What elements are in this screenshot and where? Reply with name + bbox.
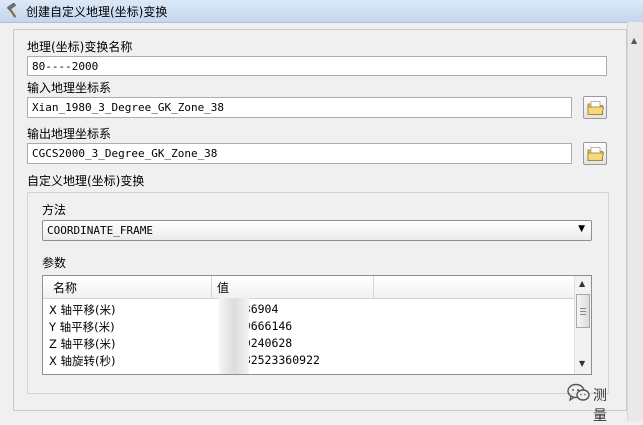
table-header: 名称 值 bbox=[43, 276, 574, 299]
column-header-value[interactable]: 值 bbox=[217, 279, 229, 296]
hammer-icon bbox=[7, 3, 17, 18]
table-row[interactable]: Z 轴平移(米) .730240628 bbox=[43, 335, 574, 352]
column-divider[interactable] bbox=[211, 276, 212, 298]
window-title: 创建自定义地理(坐标)变换 bbox=[26, 5, 168, 19]
output-gcs-label: 输出地理坐标系 bbox=[27, 127, 112, 141]
redaction-blur bbox=[219, 298, 249, 374]
input-gcs-browse-button[interactable] bbox=[583, 96, 607, 119]
output-gcs-browse-button[interactable] bbox=[583, 142, 607, 165]
title-bar: 创建自定义地理(坐标)变换 bbox=[0, 0, 643, 23]
param-name: Z 轴平移(米) bbox=[49, 337, 116, 351]
scroll-up-icon[interactable]: ▲ bbox=[579, 279, 585, 288]
custom-transform-label: 自定义地理(坐标)变换 bbox=[27, 174, 145, 188]
output-gcs-field[interactable]: CGCS2000_3_Degree_GK_Zone_38 bbox=[27, 143, 572, 164]
method-label: 方法 bbox=[42, 203, 67, 217]
input-gcs-field[interactable]: Xian_1980_3_Degree_GK_Zone_38 bbox=[27, 97, 572, 118]
input-gcs-label: 输入地理坐标系 bbox=[27, 81, 112, 95]
table-scrollbar[interactable]: ▲ ▼ bbox=[574, 276, 591, 374]
chevron-down-icon[interactable]: ▼ bbox=[578, 224, 585, 234]
watermark: 测量 bbox=[567, 383, 607, 424]
parameters-label: 参数 bbox=[42, 256, 67, 270]
param-name: X 轴旋转(秒) bbox=[49, 354, 116, 368]
scroll-up-icon[interactable]: ▲ bbox=[631, 36, 637, 45]
parameters-table: 名称 值 X 轴平移(米) 02236904 Y 轴平移(米) .1096661… bbox=[42, 275, 592, 375]
folder-browse-icon bbox=[587, 147, 604, 161]
column-divider[interactable] bbox=[373, 276, 374, 298]
table-row[interactable]: Y 轴平移(米) .109666146 bbox=[43, 318, 574, 335]
wechat-icon bbox=[567, 383, 590, 402]
transform-name-label: 地理(坐标)变换名称 bbox=[27, 40, 133, 54]
table-row[interactable]: X 轴平移(米) 02236904 bbox=[43, 301, 574, 318]
scroll-down-icon[interactable]: ▼ bbox=[579, 359, 585, 368]
folder-browse-icon bbox=[587, 101, 604, 115]
window-scrollbar[interactable]: ▲ bbox=[627, 22, 643, 421]
column-header-name[interactable]: 名称 bbox=[53, 279, 77, 296]
param-name: Y 轴平移(米) bbox=[49, 320, 115, 334]
watermark-text: 测量 bbox=[593, 388, 607, 424]
param-name: X 轴平移(米) bbox=[49, 303, 116, 317]
scrollbar-thumb[interactable] bbox=[576, 294, 590, 328]
transform-name-input[interactable]: 80----2000 bbox=[27, 56, 607, 76]
method-selected-value: COORDINATE_FRAME bbox=[47, 224, 153, 237]
method-dropdown[interactable]: COORDINATE_FRAME ▼ bbox=[42, 220, 592, 241]
table-row[interactable]: X 轴旋转(秒) 04782523360922 bbox=[43, 352, 574, 369]
